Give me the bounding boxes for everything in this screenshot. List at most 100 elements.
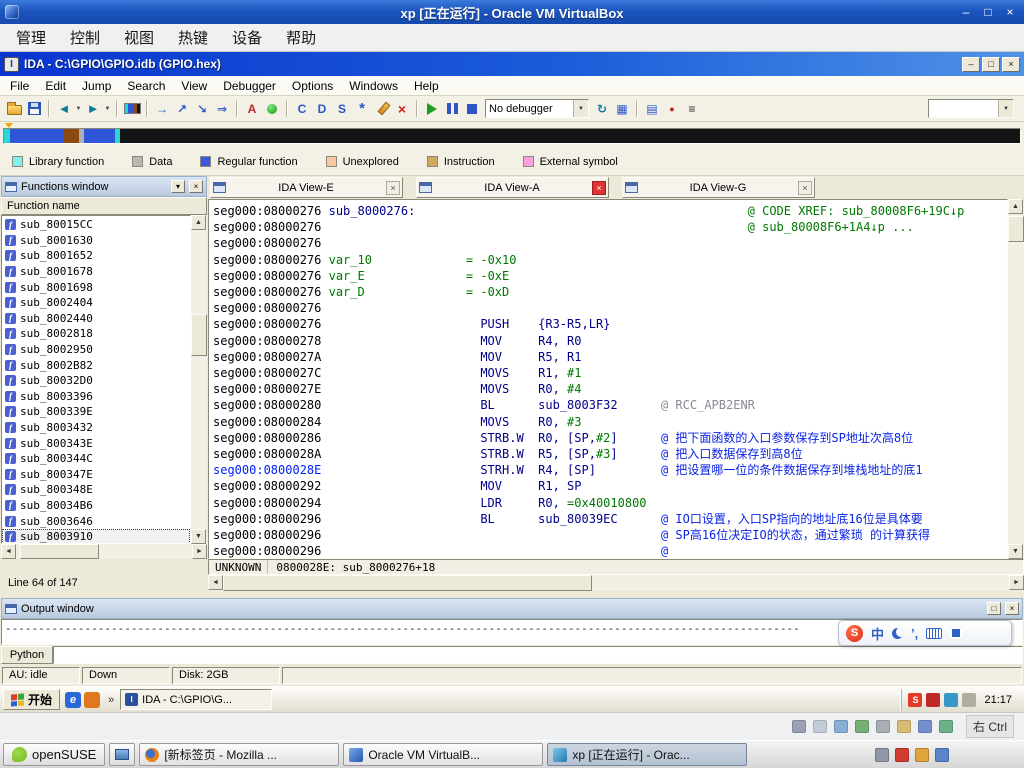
menu-jump[interactable]: Jump xyxy=(74,77,119,95)
disasm-line[interactable]: seg000:08000280 BL sub_8003F32 @ RCC_APB… xyxy=(213,397,1007,413)
toolbox-icon[interactable] xyxy=(950,627,963,639)
function-list-item[interactable]: f sub_8002818 xyxy=(2,326,190,342)
disasm-line[interactable]: seg000:08000276 sub_8000276: @ CODE XREF… xyxy=(213,203,1007,219)
disasm-line[interactable]: seg000:08000276 @ sub_80008F6+1A4↓p ... xyxy=(213,219,1007,235)
minimize-button[interactable]: – xyxy=(956,3,976,21)
disasm-line[interactable]: seg000:08000292 MOV R1, SP xyxy=(213,478,1007,494)
undefine-icon[interactable]: × xyxy=(392,99,412,119)
file-manager-button[interactable] xyxy=(109,743,136,766)
jump-segment-icon[interactable]: ⇒ xyxy=(212,99,232,119)
disasm-line[interactable]: seg000:0800027E MOVS R0, #4 xyxy=(213,381,1007,397)
function-list-item[interactable]: f sub_8003396 xyxy=(2,389,190,405)
application-launcher-button[interactable]: openSUSE xyxy=(3,743,106,766)
function-name-column-header[interactable]: Function name xyxy=(1,197,207,215)
disassembly-view[interactable]: seg000:08000276 sub_8000276: @ CODE XREF… xyxy=(208,199,1008,559)
forward-history-icon[interactable]: ▼ xyxy=(103,99,112,119)
hdd-icon[interactable] xyxy=(792,720,806,733)
functions-window-header[interactable]: Functions window ▾ × xyxy=(1,176,207,197)
dropdown-arrow-icon[interactable]: ▼ xyxy=(573,100,588,117)
sogou-input-tray-icon[interactable]: S xyxy=(908,692,923,707)
quick-launch-overflow-icon[interactable]: » xyxy=(105,694,117,706)
disasm-line[interactable]: seg000:08000296 @ xyxy=(213,543,1007,558)
keyboard-layout-icon[interactable] xyxy=(875,747,889,762)
scroll-up-button[interactable]: ▲ xyxy=(191,215,206,230)
punctuation-toggle[interactable]: ’, xyxy=(911,626,918,641)
debugger-windows-icon[interactable]: ▦ xyxy=(612,99,632,119)
menu-debugger[interactable]: Debugger xyxy=(215,77,284,95)
ida-close-button[interactable]: × xyxy=(1002,56,1020,72)
soft-keyboard-icon[interactable] xyxy=(926,627,943,639)
media-player-quicklaunch-icon[interactable] xyxy=(84,691,101,708)
stop-process-icon[interactable] xyxy=(462,99,482,119)
disasm-line[interactable]: seg000:08000276 xyxy=(213,300,1007,316)
menu-view[interactable]: 视图 xyxy=(112,24,166,51)
disasm-vscrollbar[interactable]: ▲ ▼ xyxy=(1008,199,1024,559)
make-code-icon[interactable]: C xyxy=(292,99,312,119)
disasm-line[interactable]: seg000:08000278 MOV R4, R0 xyxy=(213,333,1007,349)
audio-icon[interactable] xyxy=(834,720,848,733)
navigate-back-icon[interactable]: ◄ xyxy=(54,99,74,119)
ida-minimize-button[interactable]: – xyxy=(962,56,980,72)
taskbar-task[interactable]: xp [正在运行] - Orac... xyxy=(547,743,748,766)
tab-close-icon[interactable]: × xyxy=(386,180,400,195)
function-list-item[interactable]: f sub_8003910 xyxy=(2,528,190,543)
menu-help[interactable]: 帮助 xyxy=(274,24,328,51)
colors-icon[interactable] xyxy=(262,99,282,119)
menu-options[interactable]: Options xyxy=(284,77,341,95)
disasm-hscrollbar[interactable]: ◄ ► xyxy=(208,575,1024,591)
taskbar-task-ida[interactable]: I IDA - C:\GPIO\G... xyxy=(120,689,273,710)
scroll-right-button[interactable]: ► xyxy=(192,544,207,559)
function-list-item[interactable]: f sub_80032D0 xyxy=(2,373,190,389)
sogou-input-bar[interactable]: S 中 ’, xyxy=(838,620,1012,646)
update-notifier-icon[interactable] xyxy=(895,747,909,762)
function-list-item[interactable]: f sub_8001698 xyxy=(2,279,190,295)
tab-ida-view-e[interactable]: IDA View-E × xyxy=(210,177,403,198)
maximize-button[interactable]: □ xyxy=(978,3,998,21)
edit-comment-icon[interactable] xyxy=(372,99,392,119)
functions-vscrollbar[interactable]: ▲ ▼ xyxy=(191,215,207,544)
make-data-icon[interactable]: D xyxy=(312,99,332,119)
taskbar-task[interactable]: [新标签页 - Mozilla ... xyxy=(139,743,340,766)
function-list-item[interactable]: f sub_80034B6 xyxy=(2,498,190,514)
disasm-line[interactable]: seg000:08000286 STRB.W R0, [SP,#2] @ 把下面… xyxy=(213,430,1007,446)
menu-file[interactable]: File xyxy=(2,77,37,95)
menu-devices[interactable]: 设备 xyxy=(220,24,274,51)
scroll-down-button[interactable]: ▼ xyxy=(191,529,206,544)
function-list-item[interactable]: f sub_8001630 xyxy=(2,233,190,249)
disasm-line[interactable]: seg000:08000276 var_E = -0xE xyxy=(213,268,1007,284)
disasm-line[interactable]: seg000:08000276 var_10 = -0x10 xyxy=(213,252,1007,268)
scroll-left-button[interactable]: ◄ xyxy=(208,575,223,590)
cd-icon[interactable] xyxy=(813,720,827,733)
panel-menu-icon[interactable]: ▾ xyxy=(171,180,185,193)
search-box[interactable]: ▼ xyxy=(928,99,1014,118)
function-list-item[interactable]: f sub_800344C xyxy=(2,451,190,467)
scroll-track[interactable] xyxy=(1008,214,1024,544)
output-close-icon[interactable]: × xyxy=(1005,602,1019,615)
disasm-line[interactable]: seg000:08000296 BL sub_80039EC @ IO口设置，入… xyxy=(213,511,1007,527)
dropdown-arrow-icon[interactable]: ▼ xyxy=(998,100,1013,117)
tab-ida-view-g[interactable]: IDA View-G × xyxy=(622,177,815,198)
scroll-track[interactable] xyxy=(16,544,192,559)
disasm-line[interactable]: seg000:0800027A MOV R5, R1 xyxy=(213,349,1007,365)
calculator-icon[interactable]: ▤ xyxy=(642,99,662,119)
shared-folders-icon[interactable] xyxy=(897,720,911,733)
sogou-logo-icon[interactable]: S xyxy=(846,624,863,642)
function-list-item[interactable]: f sub_800339E xyxy=(2,404,190,420)
function-list-item[interactable]: f sub_8001652 xyxy=(2,248,190,264)
usb-icon[interactable] xyxy=(876,720,890,733)
python-command-input[interactable] xyxy=(53,645,1023,664)
function-list-item[interactable]: f sub_8002950 xyxy=(2,342,190,358)
output-maximize-icon[interactable]: □ xyxy=(987,602,1001,615)
scroll-thumb[interactable] xyxy=(1008,216,1024,242)
scroll-down-button[interactable]: ▼ xyxy=(1008,544,1023,559)
mouse-integration-icon[interactable] xyxy=(939,720,953,733)
strings-window-icon[interactable]: A xyxy=(242,99,262,119)
menu-edit[interactable]: Edit xyxy=(37,77,74,95)
functions-hscrollbar[interactable]: ◄ ► xyxy=(1,544,207,559)
taskbar-task[interactable]: Oracle VM VirtualB... xyxy=(343,743,544,766)
tab-close-icon[interactable]: × xyxy=(798,180,812,195)
jump-name-icon[interactable]: ↗ xyxy=(172,99,192,119)
start-button[interactable]: 开始 xyxy=(3,689,61,710)
scroll-left-button[interactable]: ◄ xyxy=(1,544,16,559)
ime-mode-tray-icon[interactable] xyxy=(926,692,941,707)
